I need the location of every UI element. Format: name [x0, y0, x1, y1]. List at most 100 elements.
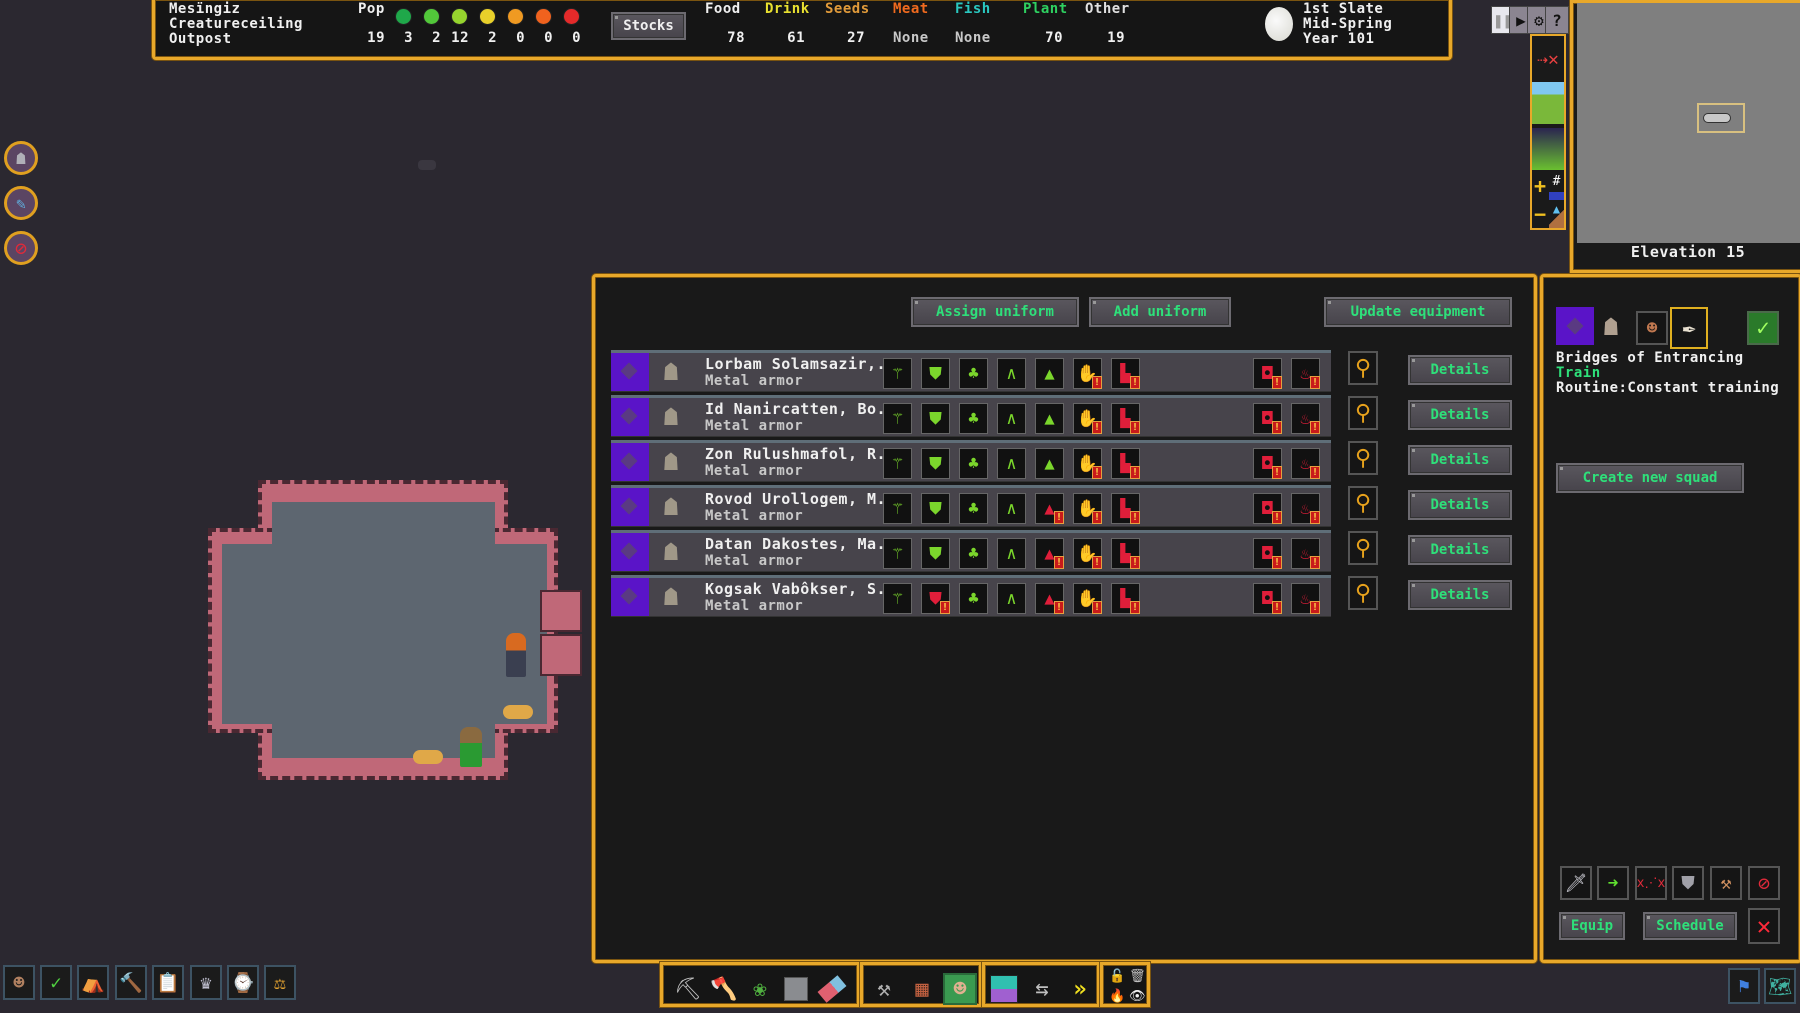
- equipment-slot-helm[interactable]: ▲!: [1035, 493, 1064, 524]
- equipment-slot-pants[interactable]: ∧: [997, 403, 1026, 434]
- door[interactable]: [540, 634, 582, 676]
- equipment-slot-weapon[interactable]: ⚚: [883, 538, 912, 569]
- gather-tool[interactable]: ❀: [743, 973, 777, 1005]
- equipment-slot-boots[interactable]: ▙!: [1111, 448, 1140, 479]
- equipment-slot-gloves[interactable]: ✋!: [1073, 538, 1102, 569]
- inspect-member-button[interactable]: ⚲: [1348, 531, 1378, 565]
- cancel-alert-button[interactable]: ⊘: [4, 231, 38, 265]
- equipment-slot-backpack[interactable]: ◘!: [1253, 448, 1282, 479]
- equipment-slot-shield[interactable]: ⛊: [921, 358, 950, 389]
- cancel-orders-button[interactable]: ⊘: [1748, 866, 1780, 900]
- hauling-tool[interactable]: ⇆: [1025, 973, 1059, 1005]
- equipment-slot-weapon[interactable]: ⚚: [883, 583, 912, 614]
- equipment-slot-gloves[interactable]: ✋!: [1073, 493, 1102, 524]
- door[interactable]: [540, 590, 582, 632]
- eye-icon[interactable]: 👁: [1129, 989, 1146, 1004]
- inspect-member-button[interactable]: ⚲: [1348, 351, 1378, 385]
- dwarf-unit[interactable]: [506, 633, 526, 677]
- equipment-slot-shield[interactable]: ⛊: [921, 538, 950, 569]
- equipment-slot-pants[interactable]: ∧: [997, 448, 1026, 479]
- equipment-slot-armor[interactable]: ♣: [959, 358, 988, 389]
- equipment-slot-flask[interactable]: ♨!: [1291, 493, 1320, 524]
- dog-unit[interactable]: [413, 750, 443, 764]
- lock-icon[interactable]: 🔓: [1109, 969, 1125, 984]
- equipment-slot-backpack[interactable]: ◘!: [1253, 403, 1282, 434]
- member-select-box[interactable]: [611, 398, 649, 436]
- help-button[interactable]: ?: [1545, 6, 1569, 34]
- inspect-member-button[interactable]: ⚲: [1348, 486, 1378, 520]
- trash-icon[interactable]: 🗑: [1129, 969, 1146, 984]
- build-tool[interactable]: ⚒: [867, 973, 901, 1005]
- smooth-tool[interactable]: [779, 973, 813, 1005]
- objects-button[interactable]: ⌚: [227, 965, 259, 1000]
- pacifier-alert-button[interactable]: ✎: [4, 186, 38, 220]
- dog-unit[interactable]: [503, 705, 533, 719]
- equipment-slot-gloves[interactable]: ✋!: [1073, 403, 1102, 434]
- equip-button[interactable]: Equip: [1559, 912, 1625, 940]
- equipment-slot-helm[interactable]: ▲!: [1035, 583, 1064, 614]
- equipment-slot-backpack[interactable]: ◘!: [1253, 583, 1282, 614]
- equipment-slot-backpack[interactable]: ◘!: [1253, 493, 1282, 524]
- minimap-view[interactable]: [1577, 3, 1800, 243]
- member-select-box[interactable]: [611, 353, 649, 391]
- member-select-box[interactable]: [611, 488, 649, 526]
- work-orders-button[interactable]: 🔨: [115, 965, 147, 1000]
- equipment-slot-helm[interactable]: ▲!: [1035, 538, 1064, 569]
- equipment-slot-flask[interactable]: ♨!: [1291, 583, 1320, 614]
- equipment-slot-flask[interactable]: ♨!: [1291, 538, 1320, 569]
- equipment-slot-armor[interactable]: ♣: [959, 538, 988, 569]
- member-select-box[interactable]: [611, 578, 649, 616]
- citizens-button[interactable]: ☻: [3, 965, 35, 1000]
- equipment-slot-helm[interactable]: ▲: [1035, 403, 1064, 434]
- squad-leader-button[interactable]: ☻: [1636, 311, 1668, 345]
- inspect-member-button[interactable]: ⚲: [1348, 441, 1378, 475]
- attack-order-button[interactable]: 🗡: [1560, 866, 1592, 900]
- equipment-slot-armor[interactable]: ♣: [959, 448, 988, 479]
- equipment-slot-weapon[interactable]: ⚚: [883, 448, 912, 479]
- move-order-button[interactable]: ➜: [1597, 866, 1629, 900]
- member-details-button[interactable]: Details: [1408, 490, 1512, 520]
- cavern-view-icon[interactable]: [1532, 128, 1564, 170]
- squad-member-row[interactable]: ☗ Lorbam Solamsazir,... Metal armor ⚚ ⛊ ♣ ∧…: [611, 350, 1331, 392]
- stockpile-tool[interactable]: [987, 973, 1021, 1005]
- citizen-alert-button[interactable]: ☗: [4, 141, 38, 175]
- equipment-slot-shield[interactable]: ⛊: [921, 403, 950, 434]
- equipment-slot-armor[interactable]: ♣: [959, 403, 988, 434]
- surface-view-icon[interactable]: [1532, 82, 1564, 124]
- equipment-slot-weapon[interactable]: ⚚: [883, 403, 912, 434]
- update-equipment-button[interactable]: Update equipment: [1324, 297, 1512, 327]
- equipment-slot-gloves[interactable]: ✋!: [1073, 583, 1102, 614]
- equipment-slot-flask[interactable]: ♨!: [1291, 358, 1320, 389]
- chop-tool[interactable]: 🪓: [707, 973, 741, 1005]
- world-map-button[interactable]: 🗺: [1764, 968, 1796, 1004]
- squad-emblem[interactable]: [1556, 307, 1594, 345]
- equipment-slot-helm[interactable]: ▲: [1035, 448, 1064, 479]
- minimap-viewport-marker[interactable]: [1697, 103, 1745, 133]
- equipment-slot-armor[interactable]: ♣: [959, 583, 988, 614]
- squad-member-row[interactable]: ☗ Rovod Urollogem, M... Metal armor ⚚ ⛊ ♣ ∧…: [611, 485, 1331, 527]
- labor-button[interactable]: 📋: [152, 965, 184, 1000]
- equipment-slot-gloves[interactable]: ✋!: [1073, 358, 1102, 389]
- member-details-button[interactable]: Details: [1408, 535, 1512, 565]
- zoom-out-icon[interactable]: −: [1532, 202, 1548, 228]
- equipment-slot-weapon[interactable]: ⚚: [883, 493, 912, 524]
- zones-button[interactable]: ⛺: [77, 965, 109, 1000]
- equipment-slot-boots[interactable]: ▙!: [1111, 583, 1140, 614]
- equipment-slot-shield[interactable]: ⛊!: [921, 583, 950, 614]
- grid-toggle-icon[interactable]: #: [1549, 174, 1564, 200]
- equipment-slot-gloves[interactable]: ✋!: [1073, 448, 1102, 479]
- dwarf-unit[interactable]: [460, 727, 482, 767]
- member-details-button[interactable]: Details: [1408, 580, 1512, 610]
- squad-member-row[interactable]: ☗ Id Nanircatten, Bo... Metal armor ⚚ ⛊ ♣ ∧…: [611, 395, 1331, 437]
- equipment-slot-boots[interactable]: ▙!: [1111, 538, 1140, 569]
- equipment-slot-boots[interactable]: ▙!: [1111, 403, 1140, 434]
- member-details-button[interactable]: Details: [1408, 445, 1512, 475]
- assign-tool[interactable]: ☻: [943, 973, 977, 1005]
- equipment-slot-shield[interactable]: ⛊: [921, 448, 950, 479]
- inspect-member-button[interactable]: ⚲: [1348, 576, 1378, 610]
- justice-button[interactable]: ⚖: [264, 965, 296, 1000]
- equipment-slot-helm[interactable]: ▲: [1035, 358, 1064, 389]
- squad-member-row[interactable]: ☗ Datan Dakostes, Ma... Metal armor ⚚ ⛊ ♣ ∧…: [611, 530, 1331, 572]
- disband-squad-button[interactable]: ✕: [1748, 908, 1780, 944]
- place-furniture-tool[interactable]: ▦: [905, 973, 939, 1005]
